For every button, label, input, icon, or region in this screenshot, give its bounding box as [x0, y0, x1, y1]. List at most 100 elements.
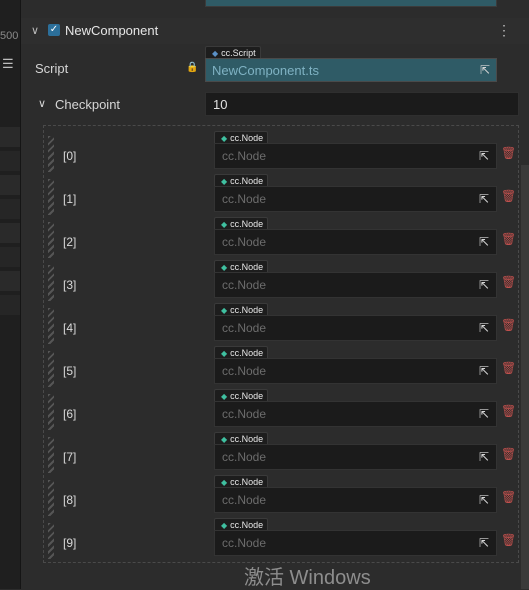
- node-placeholder: cc.Node: [222, 149, 267, 163]
- component-title: NewComponent: [65, 23, 159, 38]
- checkpoint-array: [0] ◆ cc.Node cc.Node ⇱ 🗑 [1] ◆ cc.Node cc.…: [43, 125, 519, 563]
- target-pick-icon[interactable]: ⇱: [475, 362, 493, 380]
- array-index: [8]: [63, 493, 77, 507]
- panel-stripe: [0, 199, 20, 219]
- node-field[interactable]: cc.Node ⇱: [214, 401, 497, 427]
- trash-icon[interactable]: 🗑: [501, 317, 516, 333]
- array-item: [2] ◆ cc.Node cc.Node ⇱ 🗑: [44, 214, 518, 258]
- node-type-tag-text: cc.Node: [230, 477, 264, 487]
- target-pick-icon[interactable]: ⇱: [475, 190, 493, 208]
- script-value: NewComponent.ts: [212, 63, 319, 78]
- node-field[interactable]: cc.Node ⇱: [214, 186, 497, 212]
- panel-stripe: [0, 175, 20, 195]
- target-pick-icon[interactable]: ⇱: [475, 491, 493, 509]
- array-index: [6]: [63, 407, 77, 421]
- node-type-tag-text: cc.Node: [230, 348, 264, 358]
- component-header[interactable]: ∨ ✓ NewComponent ⋮: [21, 18, 529, 44]
- target-pick-icon[interactable]: ⇱: [475, 405, 493, 423]
- trash-icon[interactable]: 🗑: [501, 360, 516, 376]
- array-item: [4] ◆ cc.Node cc.Node ⇱ 🗑: [44, 300, 518, 344]
- checkpoint-count-input[interactable]: 10: [205, 92, 519, 116]
- panel-stripe: [0, 223, 20, 243]
- trash-icon[interactable]: 🗑: [501, 145, 516, 161]
- node-type-tag-text: cc.Node: [230, 133, 264, 143]
- array-item: [5] ◆ cc.Node cc.Node ⇱ 🗑: [44, 343, 518, 387]
- node-field[interactable]: cc.Node ⇱: [214, 272, 497, 298]
- node-type-tag-text: cc.Node: [230, 391, 264, 401]
- target-pick-icon[interactable]: ⇱: [475, 276, 493, 294]
- array-item: [3] ◆ cc.Node cc.Node ⇱ 🗑: [44, 257, 518, 301]
- array-item: [6] ◆ cc.Node cc.Node ⇱ 🗑: [44, 386, 518, 430]
- drag-handle[interactable]: [48, 480, 54, 516]
- node-field[interactable]: cc.Node ⇱: [214, 143, 497, 169]
- vertical-scrollbar[interactable]: [521, 165, 529, 589]
- drag-handle[interactable]: [48, 136, 54, 172]
- node-field[interactable]: cc.Node ⇱: [214, 487, 497, 513]
- drag-handle[interactable]: [48, 265, 54, 301]
- windows-activation-watermark: 激活 Windows: [244, 567, 371, 589]
- drag-handle[interactable]: [48, 351, 54, 387]
- component-enabled-checkbox[interactable]: ✓: [48, 24, 60, 36]
- array-item: [0] ◆ cc.Node cc.Node ⇱ 🗑: [44, 128, 518, 172]
- node-placeholder: cc.Node: [222, 536, 267, 550]
- node-type-tag-text: cc.Node: [230, 305, 264, 315]
- array-index: [3]: [63, 278, 77, 292]
- panel-stripe: [0, 295, 20, 315]
- checkpoint-label: Checkpoint: [55, 97, 121, 112]
- drag-handle[interactable]: [48, 308, 54, 344]
- node-placeholder: cc.Node: [222, 235, 267, 249]
- node-placeholder: cc.Node: [222, 278, 267, 292]
- node-placeholder: cc.Node: [222, 364, 267, 378]
- trash-icon[interactable]: 🗑: [501, 532, 516, 548]
- left-panel: 500 ☰: [0, 0, 20, 589]
- node-placeholder: cc.Node: [222, 493, 267, 507]
- array-index: [1]: [63, 192, 77, 206]
- array-item: [8] ◆ cc.Node cc.Node ⇱ 🗑: [44, 472, 518, 516]
- chevron-down-icon[interactable]: ∨: [38, 97, 46, 110]
- node-field[interactable]: cc.Node ⇱: [214, 229, 497, 255]
- drag-handle[interactable]: [48, 222, 54, 258]
- script-label: Script: [35, 61, 69, 76]
- target-pick-icon[interactable]: ⇱: [475, 233, 493, 251]
- trash-icon[interactable]: 🗑: [501, 489, 516, 505]
- target-pick-icon[interactable]: ⇱: [475, 319, 493, 337]
- node-type-tag-text: cc.Node: [230, 176, 264, 186]
- array-item: [1] ◆ cc.Node cc.Node ⇱ 🗑: [44, 171, 518, 215]
- panel-stripe: [0, 151, 20, 171]
- node-field[interactable]: cc.Node ⇱: [214, 530, 497, 556]
- array-item: [9] ◆ cc.Node cc.Node ⇱ 🗑: [44, 515, 518, 559]
- drag-handle[interactable]: [48, 394, 54, 430]
- previous-field-edge: [205, 0, 497, 7]
- drag-handle[interactable]: [48, 437, 54, 473]
- panel-stripe: [0, 271, 20, 291]
- hamburger-icon[interactable]: ☰: [2, 56, 14, 72]
- array-index: [2]: [63, 235, 77, 249]
- node-field[interactable]: cc.Node ⇱: [214, 358, 497, 384]
- script-type-tag-text: cc.Script: [221, 48, 256, 58]
- ruler-label: 500: [0, 30, 19, 42]
- trash-icon[interactable]: 🗑: [501, 231, 516, 247]
- node-field[interactable]: cc.Node ⇱: [214, 444, 497, 470]
- kebab-icon[interactable]: ⋮: [497, 22, 511, 39]
- target-pick-icon[interactable]: ⇱: [475, 534, 493, 552]
- trash-icon[interactable]: 🗑: [501, 446, 516, 462]
- trash-icon[interactable]: 🗑: [501, 188, 516, 204]
- node-placeholder: cc.Node: [222, 407, 267, 421]
- panel-stripe: [0, 127, 20, 147]
- node-type-tag-text: cc.Node: [230, 262, 264, 272]
- chevron-down-icon[interactable]: ∨: [31, 24, 39, 37]
- array-index: [5]: [63, 364, 77, 378]
- trash-icon[interactable]: 🗑: [501, 274, 516, 290]
- drag-handle[interactable]: [48, 179, 54, 215]
- array-index: [0]: [63, 149, 77, 163]
- script-field[interactable]: NewComponent.ts ⇱: [205, 58, 497, 82]
- panel-divider: [20, 0, 21, 589]
- lock-icon: 🔒: [186, 62, 199, 73]
- target-pick-icon[interactable]: ⇱: [476, 61, 494, 79]
- drag-handle[interactable]: [48, 523, 54, 559]
- target-pick-icon[interactable]: ⇱: [475, 147, 493, 165]
- trash-icon[interactable]: 🗑: [501, 403, 516, 419]
- array-index: [4]: [63, 321, 77, 335]
- target-pick-icon[interactable]: ⇱: [475, 448, 493, 466]
- node-field[interactable]: cc.Node ⇱: [214, 315, 497, 341]
